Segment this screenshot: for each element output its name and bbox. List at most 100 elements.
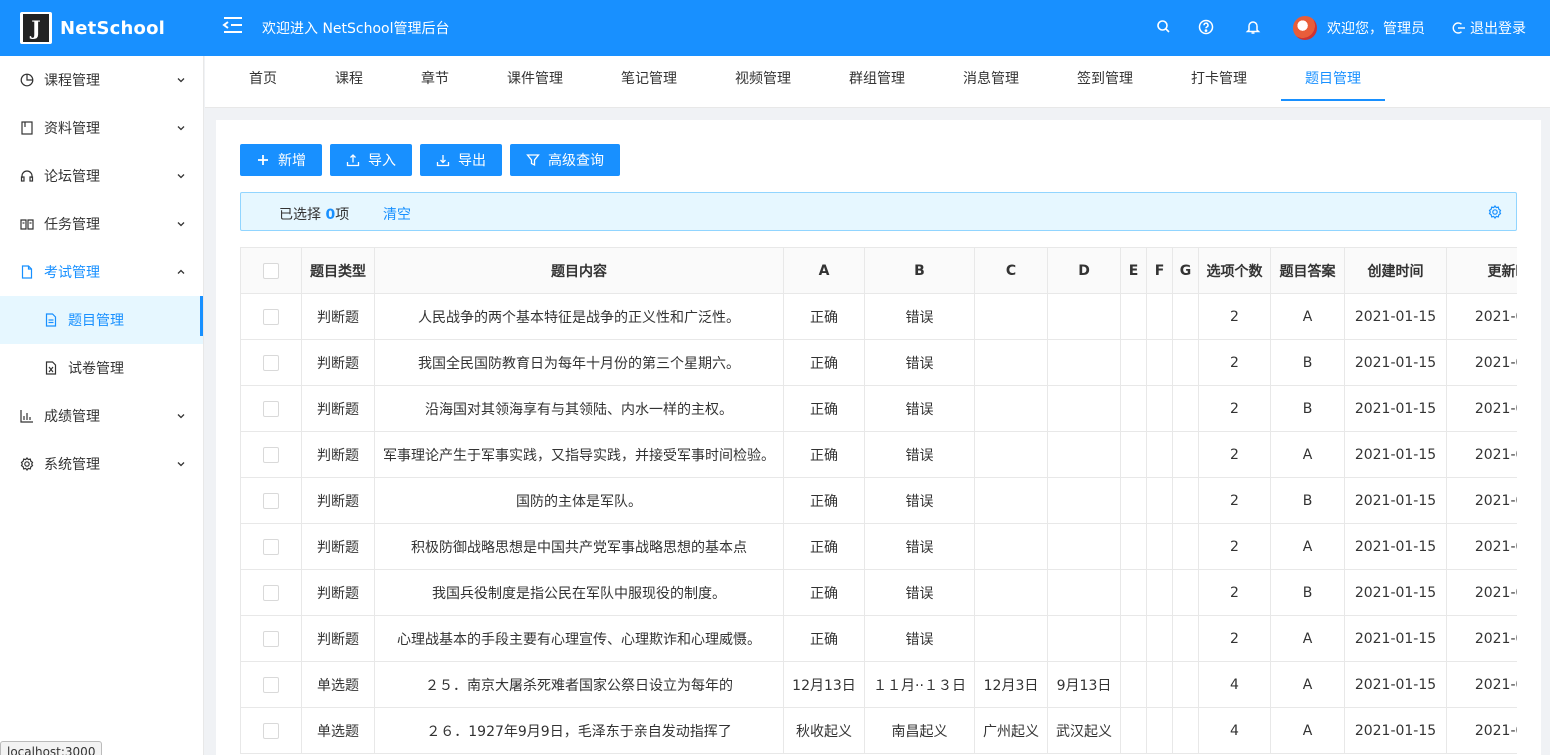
table-cell: 错误 xyxy=(864,477,975,524)
row-checkbox[interactable] xyxy=(263,538,279,555)
table-row[interactable]: 判断题 军事理论产生于军事实践，又指导实践，并接受军事时间检验。 正确 错误 2 A 202… xyxy=(240,431,1517,478)
file-excel-icon xyxy=(45,361,57,375)
row-checkbox[interactable] xyxy=(263,676,279,693)
row-checkbox[interactable] xyxy=(263,492,279,509)
table-row[interactable]: 单选题 ２５．南京大屠杀死难者国家公祭日设立为每年的 12月13日 １１月··１３日 1… xyxy=(240,661,1517,708)
upload-icon xyxy=(346,154,360,167)
row-checkbox[interactable] xyxy=(263,584,279,601)
table-cell xyxy=(1146,293,1173,340)
column-header[interactable]: 题目内容 xyxy=(374,247,784,294)
advanced-query-button[interactable]: 高级查询 xyxy=(510,144,620,176)
bell-icon[interactable] xyxy=(1244,18,1262,36)
table-cell: 正确 xyxy=(783,477,865,524)
table-cell: 广州起义 xyxy=(974,707,1048,754)
chevron-down-icon xyxy=(177,414,185,419)
help-icon[interactable] xyxy=(1197,18,1215,36)
sidebar-item-material[interactable]: 资料管理 xyxy=(0,104,203,152)
sidebar-item-task[interactable]: 任务管理 xyxy=(0,200,203,248)
row-checkbox[interactable] xyxy=(263,446,279,463)
table-row[interactable]: 判断题 心理战基本的手段主要有心理宣传、心理欺诈和心理威慑。 正确 错误 2 A 2021-… xyxy=(240,615,1517,662)
content-card: 新增 导入 导出 高级查询 已选择 0项 清空 题目类型 题目内容 A B C … xyxy=(216,120,1541,755)
sidebar-item-paper[interactable]: 试卷管理 xyxy=(0,344,203,392)
select-all-checkbox[interactable] xyxy=(263,262,279,279)
import-button[interactable]: 导入 xyxy=(330,144,412,176)
table-row[interactable]: 判断题国防的主体是军队。正确错误2B2021-01-152021-01-15 xyxy=(240,477,1517,524)
column-header[interactable]: 更新时间 xyxy=(1446,247,1517,294)
tab-chapter[interactable]: 章节 xyxy=(407,56,463,108)
export-button[interactable]: 导出 xyxy=(420,144,502,176)
table-cell xyxy=(1146,431,1173,478)
add-button[interactable]: 新增 xyxy=(240,144,322,176)
column-header[interactable]: E xyxy=(1120,247,1147,294)
table-cell xyxy=(1146,707,1173,754)
tab-group[interactable]: 群组管理 xyxy=(835,56,919,108)
chevron-down-icon xyxy=(177,78,185,83)
table-row[interactable]: 判断题 我国全民国防教育日为每年十月份的第三个星期六。 正确 错误 2 B 2021-01-… xyxy=(240,339,1517,386)
table-cell: 2021-01-15 xyxy=(1446,707,1517,754)
table-cell: 错误 xyxy=(864,293,975,340)
column-header[interactable]: 创建时间 xyxy=(1344,247,1447,294)
table-row[interactable]: 判断题 人民战争的两个基本特征是战争的正义性和广泛性。 正确 错误 2 A 2021-01-… xyxy=(240,293,1517,340)
tab-checkin[interactable]: 打卡管理 xyxy=(1177,56,1261,108)
table-cell xyxy=(1047,569,1121,616)
user-greeting[interactable]: 欢迎您，管理员 xyxy=(1327,18,1425,38)
table-cell xyxy=(1172,293,1199,340)
column-header[interactable]: 题目答案 xyxy=(1270,247,1345,294)
avatar[interactable] xyxy=(1293,16,1317,40)
table-cell xyxy=(1047,339,1121,386)
table-cell: A xyxy=(1270,431,1345,478)
table-cell xyxy=(1120,707,1147,754)
sidebar-item-exam[interactable]: 考试管理 xyxy=(0,248,203,296)
column-header[interactable]: F xyxy=(1146,247,1173,294)
row-checkbox[interactable] xyxy=(263,354,279,371)
column-header[interactable]: C xyxy=(974,247,1048,294)
table-cell: 2021-01-15 xyxy=(1446,569,1517,616)
selection-info: 已选择 0项 xyxy=(279,204,349,224)
gear-icon[interactable] xyxy=(1488,205,1502,219)
table-cell xyxy=(1172,385,1199,432)
column-header[interactable]: B xyxy=(864,247,975,294)
column-header[interactable]: 题目类型 xyxy=(301,247,375,294)
row-select-cell xyxy=(240,293,302,340)
sidebar-item-score[interactable]: 成绩管理 xyxy=(0,392,203,440)
table-row[interactable]: 判断题 我国兵役制度是指公民在军队中服现役的制度。 正确 错误 2 B 2021-01-15… xyxy=(240,569,1517,616)
sidebar-item-system[interactable]: 系统管理 xyxy=(0,440,203,488)
menu-fold-icon[interactable] xyxy=(222,14,244,36)
tab-question[interactable]: 题目管理 xyxy=(1281,56,1385,101)
tab-signin[interactable]: 签到管理 xyxy=(1063,56,1147,108)
table-cell xyxy=(1120,615,1147,662)
sidebar-item-course[interactable]: 课程管理 xyxy=(0,56,203,104)
table-row[interactable]: 判断题 积极防御战略思想是中国共产党军事战略思想的基本点 正确 错误 2 A 2021-01… xyxy=(240,523,1517,570)
search-icon[interactable] xyxy=(1155,18,1173,36)
row-checkbox[interactable] xyxy=(263,722,279,739)
tab-course[interactable]: 课程 xyxy=(321,56,377,108)
table-cell xyxy=(1146,569,1173,616)
tab-home[interactable]: 首页 xyxy=(235,56,291,108)
sidebar-item-forum[interactable]: 论坛管理 xyxy=(0,152,203,200)
table-cell: 2 xyxy=(1198,477,1271,524)
table-row[interactable]: 单选题 ２６．1927年9月9日，毛泽东于亲自发动指挥了 秋收起义 南昌起义 广州起义武… xyxy=(240,707,1517,754)
logout-button[interactable]: 退出登录 xyxy=(1452,18,1526,38)
chevron-down-icon xyxy=(177,174,185,179)
column-header[interactable]: D xyxy=(1047,247,1121,294)
app-logo[interactable]: J NetSchool xyxy=(20,12,165,44)
table-cell: 正确 xyxy=(783,523,865,570)
sidebar-item-question[interactable]: 题目管理 xyxy=(0,296,203,344)
table-cell xyxy=(1120,293,1147,340)
tab-courseware[interactable]: 课件管理 xyxy=(493,56,577,108)
column-header[interactable]: G xyxy=(1172,247,1199,294)
column-header[interactable]: 选项个数 xyxy=(1198,247,1271,294)
column-header[interactable]: A xyxy=(783,247,865,294)
read-icon xyxy=(20,219,34,230)
table-cell xyxy=(1047,523,1121,570)
row-select-cell xyxy=(240,569,302,616)
table-row[interactable]: 判断题 沿海国对其领海享有与其领陆、内水一样的主权。 正确 错误 2 B 2021-01-1… xyxy=(240,385,1517,432)
tab-message[interactable]: 消息管理 xyxy=(949,56,1033,108)
tab-video[interactable]: 视频管理 xyxy=(721,56,805,108)
row-checkbox[interactable] xyxy=(263,400,279,417)
table-cell: 国防的主体是军队。 xyxy=(374,477,784,524)
row-checkbox[interactable] xyxy=(263,630,279,647)
clear-selection-link[interactable]: 清空 xyxy=(383,204,411,224)
tab-notes[interactable]: 笔记管理 xyxy=(607,56,691,108)
row-checkbox[interactable] xyxy=(263,308,279,325)
